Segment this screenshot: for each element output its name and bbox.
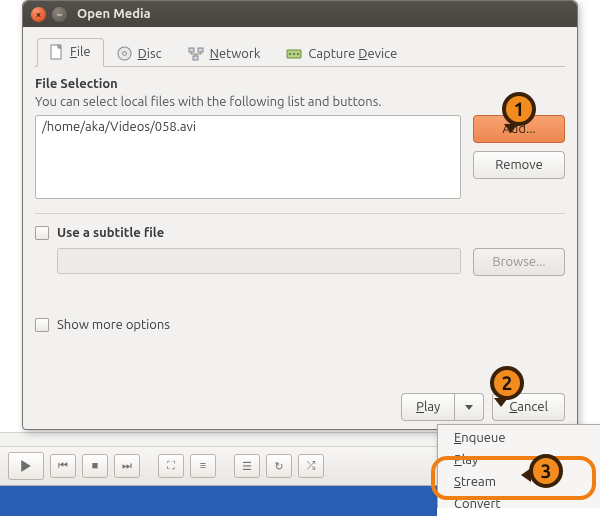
tab-network[interactable]: Network xyxy=(175,41,274,67)
file-list[interactable]: /home/aka/Videos/058.avi xyxy=(35,115,461,199)
tab-disc[interactable]: Disc xyxy=(104,40,175,67)
annotation-callout-2: 2 xyxy=(490,366,524,400)
player-playlist-button[interactable]: ☰ xyxy=(234,454,260,478)
media-source-tabs: File Disc Network Capture Device xyxy=(35,37,565,67)
chevron-down-icon xyxy=(465,405,473,410)
tab-capture-device[interactable]: Capture Device xyxy=(273,41,410,67)
dialog-button-row: Play Cancel xyxy=(401,393,565,421)
play-dropdown-button[interactable] xyxy=(455,393,484,421)
subtitle-browse-button: Browse... xyxy=(473,248,565,276)
player-prev-button[interactable]: ⏮ xyxy=(50,454,76,478)
file-icon xyxy=(50,44,64,60)
file-list-item[interactable]: /home/aka/Videos/058.avi xyxy=(42,120,454,134)
open-media-dialog: × – Open Media File Disc Network xyxy=(22,0,578,430)
player-play-button[interactable] xyxy=(8,452,44,480)
menu-item-enqueue[interactable]: Enqueue Alt+E xyxy=(438,427,600,449)
file-selection-title: File Selection xyxy=(35,77,565,91)
player-extended-button[interactable]: ≡ xyxy=(190,454,216,478)
annotation-callout-3: 3 xyxy=(529,454,563,488)
disc-icon xyxy=(117,46,132,61)
subtitle-checkbox-label: Use a subtitle file xyxy=(57,226,164,240)
menu-item-play[interactable]: Play Alt+P xyxy=(438,449,600,471)
play-dropdown-menu: Enqueue Alt+E Play Alt+P Stream Alt+S Co… xyxy=(437,424,600,518)
window-minimize-button[interactable]: – xyxy=(52,7,67,22)
player-next-button[interactable]: ⏭ xyxy=(114,454,140,478)
more-options-checkbox[interactable] xyxy=(35,318,49,332)
player-stop-button[interactable]: ■ xyxy=(82,454,108,478)
window-close-button[interactable]: × xyxy=(31,7,46,22)
file-selection-hint: You can select local files with the foll… xyxy=(35,95,565,109)
more-options-label: Show more options xyxy=(57,318,170,332)
tab-file[interactable]: File xyxy=(37,38,104,67)
subtitle-file-input xyxy=(57,248,461,274)
capture-device-icon xyxy=(286,48,302,60)
network-icon xyxy=(188,47,204,61)
separator xyxy=(35,213,565,214)
annotation-callout-1: 1 xyxy=(502,92,536,126)
player-loop-button[interactable]: ↻ xyxy=(266,454,292,478)
window-title: Open Media xyxy=(77,7,569,21)
player-fullscreen-button[interactable]: ⛶ xyxy=(158,454,184,478)
subtitle-checkbox[interactable] xyxy=(35,226,49,240)
titlebar[interactable]: × – Open Media xyxy=(23,1,577,27)
remove-file-button[interactable]: Remove xyxy=(473,151,565,179)
menu-item-stream[interactable]: Stream Alt+S xyxy=(438,471,600,493)
player-random-button[interactable]: ⤮ xyxy=(298,454,324,478)
play-button[interactable]: Play xyxy=(401,393,455,421)
